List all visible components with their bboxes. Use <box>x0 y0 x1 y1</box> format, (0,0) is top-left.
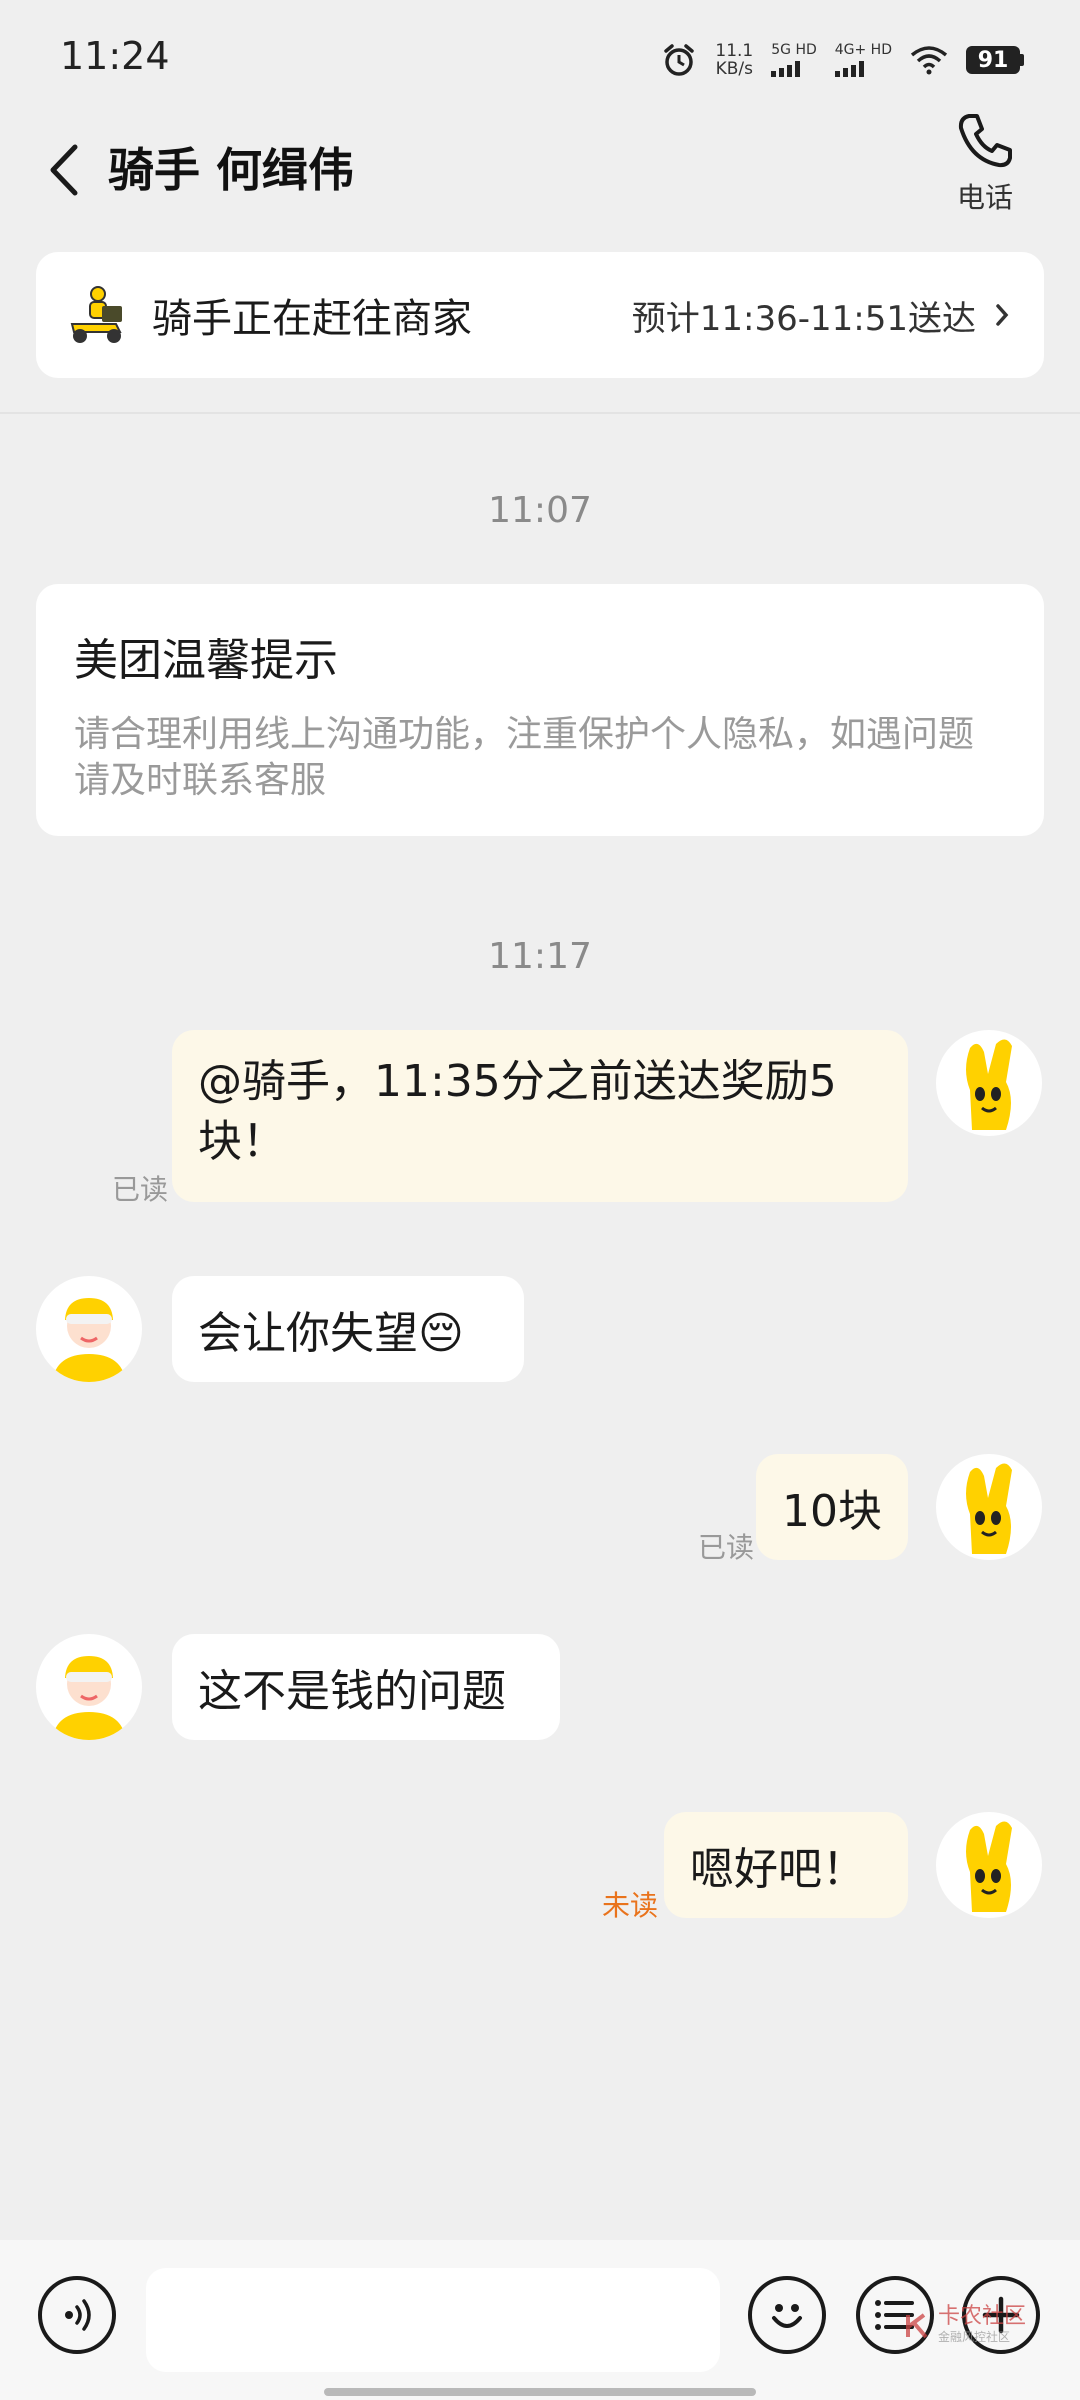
speed-unit: KB/s <box>715 59 753 79</box>
divider <box>0 412 1080 414</box>
home-indicator[interactable] <box>324 2388 756 2396</box>
delivery-status-text: 骑手正在赶往商家 <box>152 296 472 342</box>
watermark-subtext: 金融风控社区 <box>938 2330 1011 2344</box>
notice-body: 请合理利用线上沟通功能，注重保护个人隐私，如遇问题请及时联系客服 <box>74 714 975 801</box>
unread-status: 未读 <box>602 1889 659 1922</box>
signal-bars-icon <box>834 61 864 77</box>
chevron-right-icon <box>996 304 1009 326</box>
rider-avatar[interactable] <box>36 1634 142 1740</box>
read-status: 已读 <box>112 1173 169 1206</box>
back-button[interactable] <box>36 130 92 210</box>
phone-label: 电话 <box>956 181 1013 214</box>
rider-avatar-icon <box>52 1298 126 1382</box>
alarm-icon <box>664 44 695 76</box>
status-icons: 11.1 KB/s 5G HD 4G+ HD 91 <box>661 38 1024 82</box>
voice-button[interactable] <box>38 2276 116 2354</box>
phone-button[interactable]: 电话 <box>930 110 1040 230</box>
message-bubble-outgoing[interactable]: 嗯好吧！ <box>664 1812 908 1918</box>
mascot-hand-icon <box>966 1039 1012 1130</box>
battery-icon: 91 <box>966 46 1024 74</box>
emoji-button[interactable] <box>748 2276 826 2354</box>
message-text: 嗯好吧！ <box>690 1844 866 1895</box>
read-status: 已读 <box>698 1531 755 1564</box>
status-bar: 11:24 11.1 KB/s 5G HD 4G+ HD 91 <box>0 0 1080 110</box>
rider-avatar[interactable] <box>36 1276 142 1382</box>
back-chevron-icon <box>50 144 78 196</box>
battery-level: 91 <box>966 46 1020 74</box>
notice-title: 美团温馨提示 <box>74 635 338 686</box>
watermark-text: 卡农社区 <box>938 2304 1027 2329</box>
phone-icon <box>958 114 1012 168</box>
message-text: 这不是钱的问题 <box>198 1666 506 1717</box>
rider-scooter-icon <box>70 286 122 343</box>
speed-value: 11.1 <box>715 41 754 61</box>
signal-bars-icon <box>771 61 801 77</box>
delivery-eta: 预计11:36-11:51送达 <box>631 298 976 339</box>
wifi-icon <box>910 46 948 75</box>
message-text: @骑手，11:35分之前送达奖励5块！ <box>198 1056 837 1167</box>
mascot-hand-icon <box>966 1463 1012 1554</box>
delivery-status-card[interactable]: 骑手正在赶往商家 预计11:36-11:51送达 <box>36 252 1044 378</box>
my-avatar[interactable] <box>936 1812 1042 1918</box>
network-speed: 11.1 KB/s <box>715 42 753 78</box>
timestamp: 11:17 <box>488 936 592 977</box>
chat-header: 骑手 何缉伟 电话 <box>0 110 1080 250</box>
message-bubble-outgoing[interactable]: @骑手，11:35分之前送达奖励5块！ <box>172 1030 908 1202</box>
net-label-4g: 4G+ HD <box>834 42 892 58</box>
chat-title: 骑手 何缉伟 <box>108 143 355 197</box>
signal-4g: 4G+ HD <box>834 42 892 77</box>
watermark-logo: 卡农社区 金融风控社区 <box>904 2306 1026 2345</box>
watermark-k-icon <box>906 2312 928 2338</box>
signal-5g: 5G HD <box>771 43 817 77</box>
rider-avatar-icon <box>52 1656 126 1740</box>
emoji-icon <box>772 2304 802 2328</box>
net-label-5g: 5G HD <box>771 42 817 58</box>
voice-icon <box>65 2299 91 2331</box>
mascot-hand-icon <box>966 1821 1012 1912</box>
message-input[interactable] <box>146 2268 720 2372</box>
message-bubble-outgoing[interactable]: 10块 <box>756 1454 908 1560</box>
status-time: 11:24 <box>60 34 170 78</box>
timestamp: 11:07 <box>488 490 592 531</box>
my-avatar[interactable] <box>936 1030 1042 1136</box>
my-avatar[interactable] <box>936 1454 1042 1560</box>
message-text: 会让你失望😔 <box>198 1308 464 1359</box>
message-bubble-incoming[interactable]: 这不是钱的问题 <box>172 1634 560 1740</box>
message-bubble-incoming[interactable]: 会让你失望😔 <box>172 1276 524 1382</box>
message-text: 10块 <box>782 1486 882 1537</box>
chat-screen: 11:24 11.1 KB/s 5G HD 4G+ HD 91 骑手 何缉伟 电… <box>0 0 1080 2400</box>
system-notice-card: 美团温馨提示 请合理利用线上沟通功能，注重保护个人隐私，如遇问题请及时联系客服 <box>36 584 1044 836</box>
